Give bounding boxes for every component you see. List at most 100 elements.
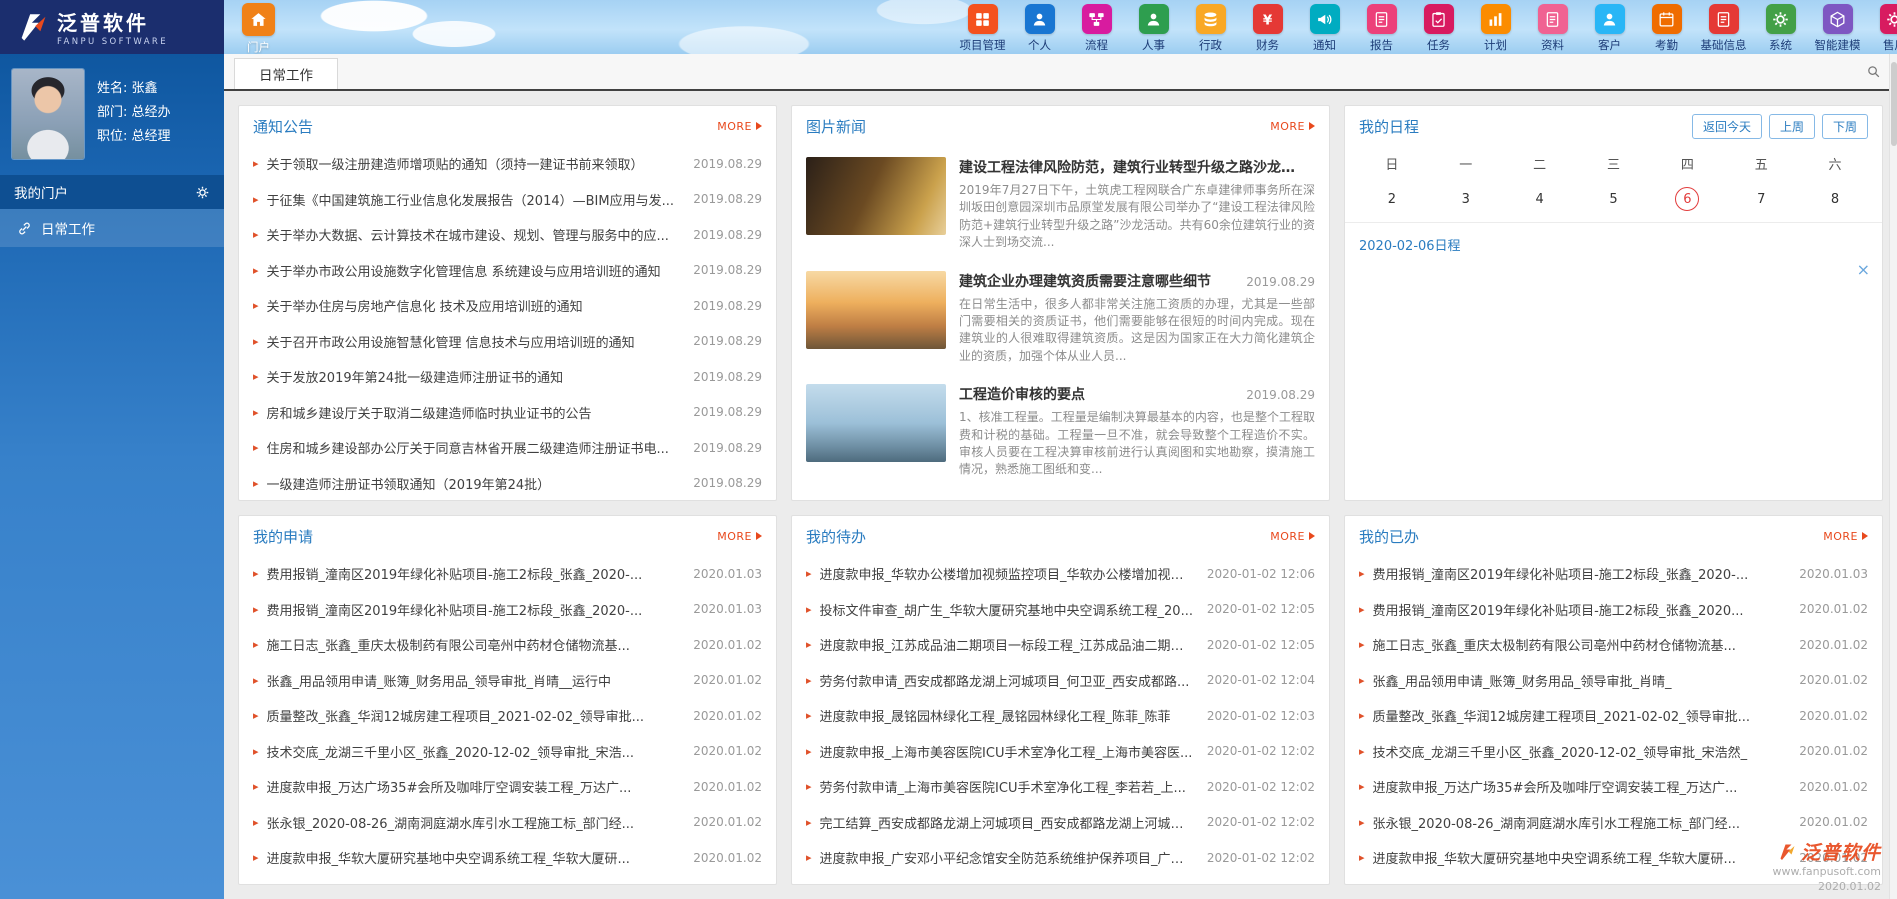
todo-title[interactable]: 进度款申报_广安邓小平纪念馆安全防范系统维护保养项目_广安... bbox=[820, 848, 1195, 867]
notice-title[interactable]: 住房和城乡建设部办公厅关于同意吉林省开展二级建造师注册证书电... bbox=[267, 438, 682, 457]
calendar-nav-button[interactable]: 下周 bbox=[1821, 113, 1868, 139]
calendar-date-cell[interactable]: 8 bbox=[1798, 180, 1872, 218]
more-link[interactable]: MORE bbox=[1823, 530, 1868, 543]
application-item[interactable]: 进度款申报_华软大厦研究基地中央空调系统工程_华软大厦研... 2020.01.… bbox=[253, 840, 762, 876]
done-title[interactable]: 质量整改_张鑫_华润12城房建工程项目_2021-02-02_领导审批... bbox=[1373, 706, 1788, 725]
application-title[interactable]: 施工日志_张鑫_重庆太极制药有限公司亳州中药材仓储物流基... bbox=[267, 635, 682, 654]
done-item[interactable]: 张鑫_用品领用申请_账簿_财务用品_领导审批_肖晴_ 2020.01.02 bbox=[1359, 663, 1868, 699]
news-title[interactable]: 建筑企业办理建筑资质需要注意哪些细节 bbox=[959, 271, 1236, 291]
application-item[interactable]: 施工日志_张鑫_重庆太极制药有限公司亳州中药材仓储物流基... 2020.01.… bbox=[253, 627, 762, 663]
topnav-module-item[interactable]: 报告 bbox=[1353, 1, 1410, 53]
todo-item[interactable]: 进度款申报_广安邓小平纪念馆安全防范系统维护保养项目_广安... 2020-01… bbox=[806, 840, 1315, 876]
done-title[interactable]: 张永银_2020-08-26_湖南洞庭湖水库引水工程施工标_部门经... bbox=[1373, 813, 1788, 832]
done-title[interactable]: 技术交底_龙湖三千里小区_张鑫_2020-12-02_领导审批_宋浩然_ bbox=[1373, 742, 1788, 761]
done-item[interactable]: 曹敬_2020-05-22_江苏成品油二期项目一标段工程_部门经理... 202… bbox=[1359, 876, 1868, 885]
topnav-module-item[interactable]: 智能建模 bbox=[1809, 1, 1866, 53]
done-item[interactable]: 施工日志_张鑫_重庆太极制药有限公司亳州中药材仓储物流基... 2020.01.… bbox=[1359, 627, 1868, 663]
topnav-module-item[interactable]: 流程 bbox=[1068, 1, 1125, 53]
calendar-date-cell[interactable]: 5 bbox=[1577, 180, 1651, 218]
application-item[interactable]: 费用报销_潼南区2019年绿化补贴项目-施工2标段_张鑫_2020-... 20… bbox=[253, 592, 762, 628]
news-title[interactable]: 工程造价审核的要点 bbox=[959, 384, 1236, 404]
todo-title[interactable]: 进度款申报_华软办公楼增加视频监控项目_华软办公楼增加视频... bbox=[820, 564, 1195, 583]
todo-item[interactable]: 完工结算_龙湖天街城1区设计采购施工（EPC）总承包工程_龙... bbox=[806, 876, 1315, 885]
calendar-nav-button[interactable]: 返回今天 bbox=[1691, 113, 1762, 139]
sidebar-item-daily-work[interactable]: 日常工作 bbox=[0, 209, 224, 247]
calendar-date-cell[interactable]: 4 bbox=[1503, 180, 1577, 218]
notice-item[interactable]: 房和城乡建设厅关于取消二级建造师临时执业证书的公告 2019.08.29 bbox=[253, 395, 762, 431]
gear-icon[interactable] bbox=[195, 185, 210, 200]
search-icon[interactable] bbox=[1866, 64, 1881, 79]
calendar-date-cell[interactable]: 3 bbox=[1429, 180, 1503, 218]
todo-item[interactable]: 劳务付款申请_西安成都路龙湖上河城项目_何卫亚_西安成都路... 2020-01… bbox=[806, 663, 1315, 699]
topnav-module-item[interactable]: 客户 bbox=[1581, 1, 1638, 53]
todo-item[interactable]: 完工结算_西安成都路龙湖上河城项目_西安成都路龙湖上河城项... 2020-01… bbox=[806, 805, 1315, 841]
notice-title[interactable]: 关于发放2019年第24批一级建造师注册证书的通知 bbox=[267, 367, 682, 386]
scrollbar-thumb[interactable] bbox=[1891, 62, 1897, 146]
more-link[interactable]: MORE bbox=[717, 120, 762, 133]
notice-item[interactable]: 关于召开市政公用设施智慧化管理 信息技术与应用培训班的通知 2019.08.29 bbox=[253, 324, 762, 360]
news-item[interactable]: 工程造价审核的要点 2019.08.29 1、核准工程量。工程量是编制决算最基本… bbox=[806, 375, 1315, 489]
done-title[interactable]: 张鑫_用品领用申请_账簿_财务用品_领导审批_肖晴_ bbox=[1373, 671, 1788, 690]
application-title[interactable]: 费用报销_潼南区2019年绿化补贴项目-施工2标段_张鑫_2020-... bbox=[267, 564, 682, 583]
notice-item[interactable]: 一级建造师注册证书领取通知（2019年第24批） 2019.08.29 bbox=[253, 466, 762, 501]
done-title[interactable]: 施工日志_张鑫_重庆太极制药有限公司亳州中药材仓储物流基... bbox=[1373, 635, 1788, 654]
application-title[interactable]: 进度款申报_万达广场35#会所及咖啡厅空调安装工程_万达广... bbox=[267, 777, 682, 796]
notice-title[interactable]: 关于举办住房与房地产信息化 技术及应用培训班的通知 bbox=[267, 296, 682, 315]
notice-item[interactable]: 关于举办市政公用设施数字化管理信息 系统建设与应用培训班的通知 2019.08.… bbox=[253, 253, 762, 289]
todo-item[interactable]: 进度款申报_晟铭园林绿化工程_晟铭园林绿化工程_陈菲_陈菲 2020-01-02… bbox=[806, 698, 1315, 734]
application-title[interactable]: 费用报销_潼南区2019年绿化补贴项目-施工2标段_张鑫_2020-... bbox=[267, 600, 682, 619]
news-title[interactable]: 建设工程法律风险防范，建筑行业转型升级之路沙龙活动 bbox=[959, 157, 1305, 177]
notice-title[interactable]: 一级建造师注册证书领取通知（2019年第24批） bbox=[267, 474, 682, 493]
application-title[interactable]: 质量整改_张鑫_华润12城房建工程项目_2021-02-02_领导审批... bbox=[267, 706, 682, 725]
todo-title[interactable]: 进度款申报_江苏成品油二期项目一标段工程_江苏成品油二期项... bbox=[820, 635, 1195, 654]
application-title[interactable]: 张永银_2020-08-26_湖南洞庭湖水库引水工程施工标_部门经... bbox=[267, 813, 682, 832]
todo-title[interactable]: 完工结算_西安成都路龙湖上河城项目_西安成都路龙湖上河城项... bbox=[820, 813, 1195, 832]
topnav-module-item[interactable]: 售后 bbox=[1866, 1, 1897, 53]
todo-item[interactable]: 投标文件审查_胡广生_华软大厦研究基地中央空调系统工程_20... 2020-0… bbox=[806, 592, 1315, 628]
topnav-module-item[interactable]: 个人 bbox=[1011, 1, 1068, 53]
application-item[interactable]: 质量整改_张鑫_华润12城房建工程项目_2021-02-02_领导审批... 2… bbox=[253, 698, 762, 734]
sidebar-section-my-portal[interactable]: 我的门户 bbox=[0, 175, 224, 209]
news-item[interactable]: 建筑企业办理建筑资质需要注意哪些细节 2019.08.29 在日常生活中，很多人… bbox=[806, 262, 1315, 376]
done-title[interactable]: 进度款申报_万达广场35#会所及咖啡厅空调安装工程_万达广... bbox=[1373, 777, 1788, 796]
notice-title[interactable]: 于征集《中国建筑施工行业信息化发展报告（2014）—BIM应用与发... bbox=[267, 190, 682, 209]
topnav-module-item[interactable]: 项目管理 bbox=[954, 1, 1011, 53]
todo-title[interactable]: 进度款申报_上海市美容医院ICU手术室净化工程_上海市美容医... bbox=[820, 742, 1195, 761]
application-item[interactable]: 张永银_2020-08-26_湖南洞庭湖水库引水工程施工标_部门经... 202… bbox=[253, 805, 762, 841]
tab-daily-work[interactable]: 日常工作 bbox=[234, 58, 338, 89]
todo-item[interactable]: 进度款申报_上海市美容医院ICU手术室净化工程_上海市美容医... 2020-0… bbox=[806, 734, 1315, 770]
application-title[interactable]: 进度款申报_华软大厦研究基地中央空调系统工程_华软大厦研... bbox=[267, 848, 682, 867]
application-item[interactable]: 费用报销_潼南区2019年绿化补贴项目-施工2标段_张鑫_2020-... 20… bbox=[253, 556, 762, 592]
topnav-module-item[interactable]: 门户 bbox=[230, 0, 287, 54]
done-item[interactable]: 费用报销_潼南区2019年绿化补贴项目-施工2标段_张鑫_2020-... 20… bbox=[1359, 556, 1868, 592]
notice-item[interactable]: 关于领取一级注册建造师增项贴的通知（须持一建证书前来领取） 2019.08.29 bbox=[253, 146, 762, 182]
application-title[interactable]: 技术交底_龙湖三千里小区_张鑫_2020-12-02_领导审批_宋浩... bbox=[267, 742, 682, 761]
notice-item[interactable]: 住房和城乡建设部办公厅关于同意吉林省开展二级建造师注册证书电... 2019.0… bbox=[253, 430, 762, 466]
notice-item[interactable]: 关于举办大数据、云计算技术在城市建设、规划、管理与服务中的应... 2019.0… bbox=[253, 217, 762, 253]
done-item[interactable]: 进度款申报_万达广场35#会所及咖啡厅空调安装工程_万达广... 2020.01… bbox=[1359, 769, 1868, 805]
done-item[interactable]: 技术交底_龙湖三千里小区_张鑫_2020-12-02_领导审批_宋浩然_ 202… bbox=[1359, 734, 1868, 770]
done-item[interactable]: 费用报销_潼南区2019年绿化补贴项目-施工2标段_张鑫_2020... 202… bbox=[1359, 592, 1868, 628]
more-link[interactable]: MORE bbox=[1270, 120, 1315, 133]
topnav-module-item[interactable]: 财务 bbox=[1239, 1, 1296, 53]
calendar-nav-button[interactable]: 上周 bbox=[1768, 113, 1815, 139]
todo-title[interactable]: 劳务付款申请_上海市美容医院ICU手术室净化工程_李若若_上... bbox=[820, 777, 1195, 796]
topnav-module-item[interactable]: 基础信息 bbox=[1695, 1, 1752, 53]
topnav-module-item[interactable]: 资料 bbox=[1524, 1, 1581, 53]
notice-item[interactable]: 关于发放2019年第24批一级建造师注册证书的通知 2019.08.29 bbox=[253, 359, 762, 395]
notice-title[interactable]: 关于召开市政公用设施智慧化管理 信息技术与应用培训班的通知 bbox=[267, 332, 682, 351]
todo-title[interactable]: 进度款申报_晟铭园林绿化工程_晟铭园林绿化工程_陈菲_陈菲 bbox=[820, 706, 1195, 725]
done-item[interactable]: 进度款申报_华软大厦研究基地中央空调系统工程_华软大厦研... 2020.01.… bbox=[1359, 840, 1868, 876]
topnav-module-item[interactable]: 人事 bbox=[1125, 1, 1182, 53]
more-link[interactable]: MORE bbox=[717, 530, 762, 543]
notice-item[interactable]: 于征集《中国建筑施工行业信息化发展报告（2014）—BIM应用与发... 201… bbox=[253, 182, 762, 218]
notice-title[interactable]: 关于举办大数据、云计算技术在城市建设、规划、管理与服务中的应... bbox=[267, 225, 682, 244]
topnav-module-item[interactable]: 任务 bbox=[1410, 1, 1467, 53]
todo-title[interactable]: 劳务付款申请_西安成都路龙湖上河城项目_何卫亚_西安成都路... bbox=[820, 671, 1195, 690]
topnav-module-item[interactable]: 计划 bbox=[1467, 1, 1524, 53]
done-title[interactable]: 进度款申报_华软大厦研究基地中央空调系统工程_华软大厦研... bbox=[1373, 848, 1788, 867]
notice-title[interactable]: 房和城乡建设厅关于取消二级建造师临时执业证书的公告 bbox=[267, 403, 682, 422]
application-item[interactable]: 曹敬_2020-05-22_江苏成品油二期项目一标段工程_部门经理... 202… bbox=[253, 876, 762, 885]
calendar-date-cell[interactable]: 7 bbox=[1724, 180, 1798, 218]
done-title[interactable]: 费用报销_潼南区2019年绿化补贴项目-施工2标段_张鑫_2020... bbox=[1373, 600, 1788, 619]
